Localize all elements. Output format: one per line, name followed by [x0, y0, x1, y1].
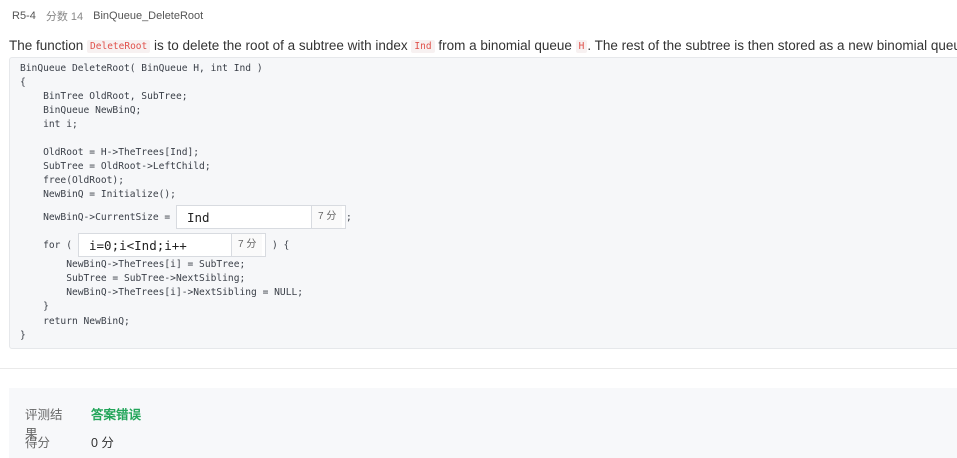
results-panel: 评测结果 答案错误 得分 0 分 — [9, 388, 957, 458]
inline-code-deleteroot: DeleteRoot — [87, 40, 151, 53]
code-line: int i; — [20, 119, 78, 130]
answer-blank-2-value: i=0;i<Ind;i++ — [89, 238, 187, 253]
code-line: SubTree = SubTree->NextSibling; — [20, 273, 246, 284]
code-line: OldRoot = H->TheTrees[Ind]; — [20, 147, 200, 158]
code-line: NewBinQ = Initialize(); — [20, 189, 176, 200]
code-line: return NewBinQ; — [20, 316, 130, 327]
problem-title: BinQueue_DeleteRoot — [93, 10, 204, 22]
desc-text: The function — [9, 38, 88, 53]
code-line: NewBinQ->TheTrees[i] = SubTree; — [20, 259, 246, 270]
answer-blank-1[interactable]: Ind 7 分 — [176, 205, 346, 229]
inline-code-h: H — [575, 40, 588, 53]
problem-description: The function DeleteRoot is to delete the… — [9, 38, 957, 53]
answer-blank-2-score: 7 分 — [231, 234, 263, 256]
code-line: BinQueue DeleteRoot( BinQueue H, int Ind… — [20, 63, 263, 74]
code-line: NewBinQ->TheTrees[i]->NextSibling = NULL… — [20, 287, 304, 298]
divider — [0, 368, 957, 369]
code-line: SubTree = OldRoot->LeftChild; — [20, 161, 211, 172]
code-line: } — [20, 330, 26, 341]
score-label: 得分 — [25, 436, 51, 450]
desc-text: from a binomial queue — [434, 38, 576, 53]
answer-blank-1-value: Ind — [187, 210, 210, 225]
code-line: for ( — [20, 240, 72, 251]
answer-blank-2[interactable]: i=0;i<Ind;i++ 7 分 — [78, 233, 266, 257]
problem-score: 分数 14 — [45, 11, 84, 23]
desc-text: is to delete the root of a subtree with … — [150, 38, 412, 53]
code-line: ) { — [272, 240, 290, 251]
code-line: } — [20, 301, 49, 312]
problem-id: R5-4 — [12, 10, 36, 22]
code-block: BinQueue DeleteRoot( BinQueue H, int Ind… — [9, 57, 957, 349]
answer-blank-1-score: 7 分 — [311, 206, 343, 228]
code-line: NewBinQ->CurrentSize = — [20, 212, 176, 223]
code-line: { — [20, 77, 26, 88]
score-value: 0 分 — [91, 436, 114, 450]
code-line: BinQueue NewBinQ; — [20, 105, 142, 116]
problem-header: R5-4 分数 14 BinQueue_DeleteRoot — [12, 8, 203, 24]
code-line: free(OldRoot); — [20, 175, 124, 186]
desc-text: . The rest of the subtree is then stored… — [587, 38, 957, 53]
code-line: BinTree OldRoot, SubTree; — [20, 91, 188, 102]
inline-code-ind: Ind — [411, 40, 435, 53]
code-line: ; — [346, 212, 352, 223]
score-row: 得分 0 分 — [25, 432, 114, 451]
